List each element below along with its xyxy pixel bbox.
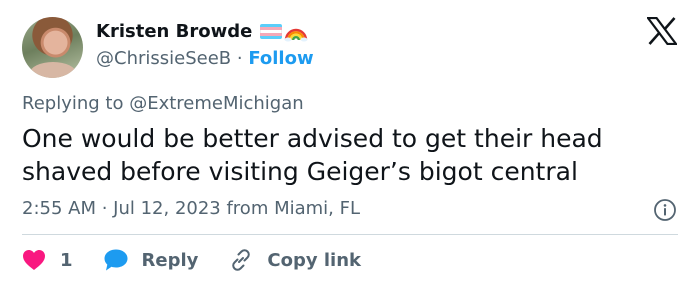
divider: [22, 234, 678, 235]
heart-icon: [23, 250, 45, 270]
follow-button[interactable]: Follow: [248, 48, 313, 69]
profile-badges: [260, 20, 308, 42]
display-name[interactable]: Kristen Browde: [96, 21, 252, 42]
speech-bubble-icon: [104, 249, 128, 271]
avatar-shoulders: [30, 62, 76, 78]
link-icon: [232, 249, 251, 271]
transgender-flag-icon: [260, 23, 283, 39]
replying-prefix: Replying to: [22, 93, 130, 114]
handle-row: @ChrissieSeeB · Follow: [96, 48, 314, 69]
replying-to: Replying to @ExtremeMichigan: [22, 93, 304, 114]
copy-link-label: Copy link: [267, 249, 361, 271]
action-bar: 1 Reply Copy link: [22, 245, 361, 275]
info-icon[interactable]: [653, 198, 677, 222]
like-count: 1: [60, 249, 73, 271]
tweet-text: One would be better advised to get their…: [22, 124, 603, 186]
tweet-timestamp[interactable]: 2:55 AM · Jul 12, 2023 from Miami, FL: [22, 198, 360, 219]
reply-button[interactable]: Reply: [103, 248, 229, 272]
copy-link-button[interactable]: Copy link: [228, 247, 361, 273]
like-button[interactable]: 1: [22, 249, 103, 271]
user-name-row: Kristen Browde: [96, 20, 308, 42]
handle-separator: ·: [231, 48, 249, 69]
x-logo-icon[interactable]: [647, 17, 677, 45]
replying-mention[interactable]: @ExtremeMichigan: [129, 93, 303, 114]
reply-label: Reply: [141, 249, 199, 271]
user-handle[interactable]: @ChrissieSeeB: [96, 48, 231, 69]
rainbow-icon: [284, 28, 308, 42]
avatar[interactable]: [22, 17, 83, 78]
